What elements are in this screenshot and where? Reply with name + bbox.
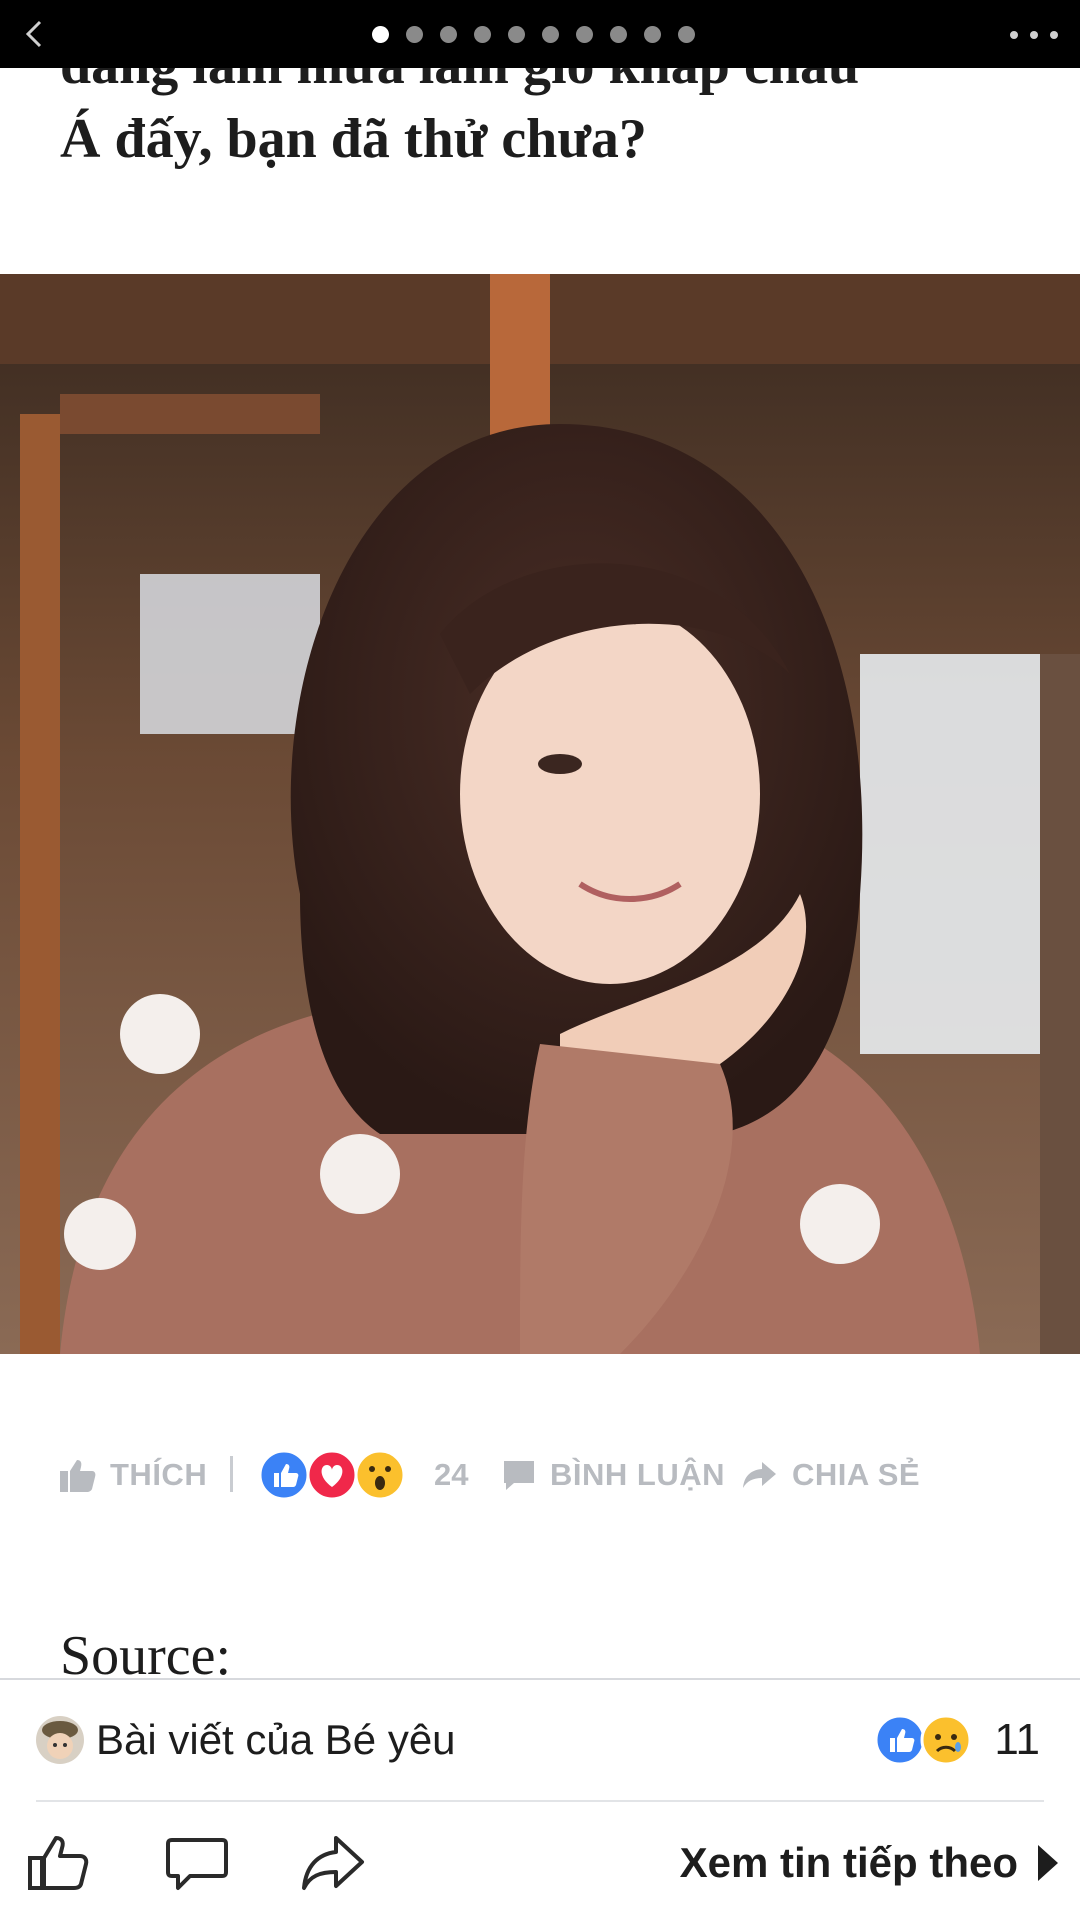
- page-dot[interactable]: [678, 26, 695, 43]
- comment-label: BÌNH LUẬN: [550, 1457, 725, 1492]
- comment-button[interactable]: [164, 1830, 230, 1896]
- play-right-icon: [1038, 1845, 1058, 1881]
- headline-line: Á đấy, bạn đã thử chưa?: [60, 108, 647, 170]
- page-dot[interactable]: [508, 26, 525, 43]
- thumbs-up-outline-icon: [28, 1836, 89, 1890]
- page-dot[interactable]: [440, 26, 457, 43]
- bottom-bar: Bài viết của Bé yêu 11 Xem tin tiếp theo: [0, 1678, 1080, 1920]
- share-outline-icon: [302, 1836, 364, 1890]
- chevron-left-icon: [25, 20, 42, 48]
- comment-outline-icon: [166, 1838, 228, 1890]
- page-dot[interactable]: [474, 26, 491, 43]
- share-action[interactable]: CHIA SẺ: [742, 1440, 920, 1510]
- thumbs-up-icon: [60, 1460, 96, 1492]
- like-label: THÍCH: [110, 1457, 208, 1492]
- comment-action[interactable]: BÌNH LUẬN: [502, 1440, 725, 1510]
- reactions-icon: [258, 1449, 406, 1501]
- footer-reaction-count: 11: [994, 1715, 1040, 1764]
- more-horizontal-icon: [1010, 31, 1058, 39]
- share-icon: [743, 1462, 776, 1488]
- footer-reaction-summary[interactable]: 11: [874, 1710, 1040, 1770]
- like-sad-reactions-icon: [874, 1714, 972, 1766]
- author-text[interactable]: Bài viết của Bé yêu: [96, 1716, 456, 1764]
- reaction-summary[interactable]: 24: [258, 1440, 468, 1510]
- next-story-label: Xem tin tiếp theo: [679, 1839, 1018, 1886]
- share-button[interactable]: [300, 1830, 366, 1896]
- page-dot[interactable]: [644, 26, 661, 43]
- divider: [230, 1456, 233, 1492]
- divider: [36, 1800, 1044, 1802]
- page-dot[interactable]: [372, 26, 389, 43]
- more-button[interactable]: [1004, 20, 1064, 50]
- reaction-count: 24: [434, 1457, 469, 1492]
- page-indicator: [372, 26, 695, 44]
- comment-icon: [504, 1461, 534, 1490]
- post-actions: THÍCH 24 BÌNH LUẬN CHIA SẺ: [0, 1440, 1080, 1510]
- next-story-button[interactable]: Xem tin tiếp theo: [680, 1830, 1060, 1896]
- back-button[interactable]: [14, 14, 54, 54]
- like-button[interactable]: [26, 1830, 92, 1896]
- portrait-photo: [0, 274, 1080, 1354]
- page-dot[interactable]: [610, 26, 627, 43]
- article-photo[interactable]: [0, 274, 1080, 1354]
- author-row[interactable]: Bài viết của Bé yêu 11: [0, 1680, 1080, 1800]
- page-dot[interactable]: [542, 26, 559, 43]
- top-bar: [0, 0, 1080, 68]
- like-action[interactable]: THÍCH: [60, 1440, 207, 1510]
- avatar[interactable]: [36, 1716, 84, 1764]
- avatar-image: [36, 1716, 84, 1764]
- share-label: CHIA SẺ: [792, 1457, 921, 1492]
- page-dot[interactable]: [406, 26, 423, 43]
- page-dot[interactable]: [576, 26, 593, 43]
